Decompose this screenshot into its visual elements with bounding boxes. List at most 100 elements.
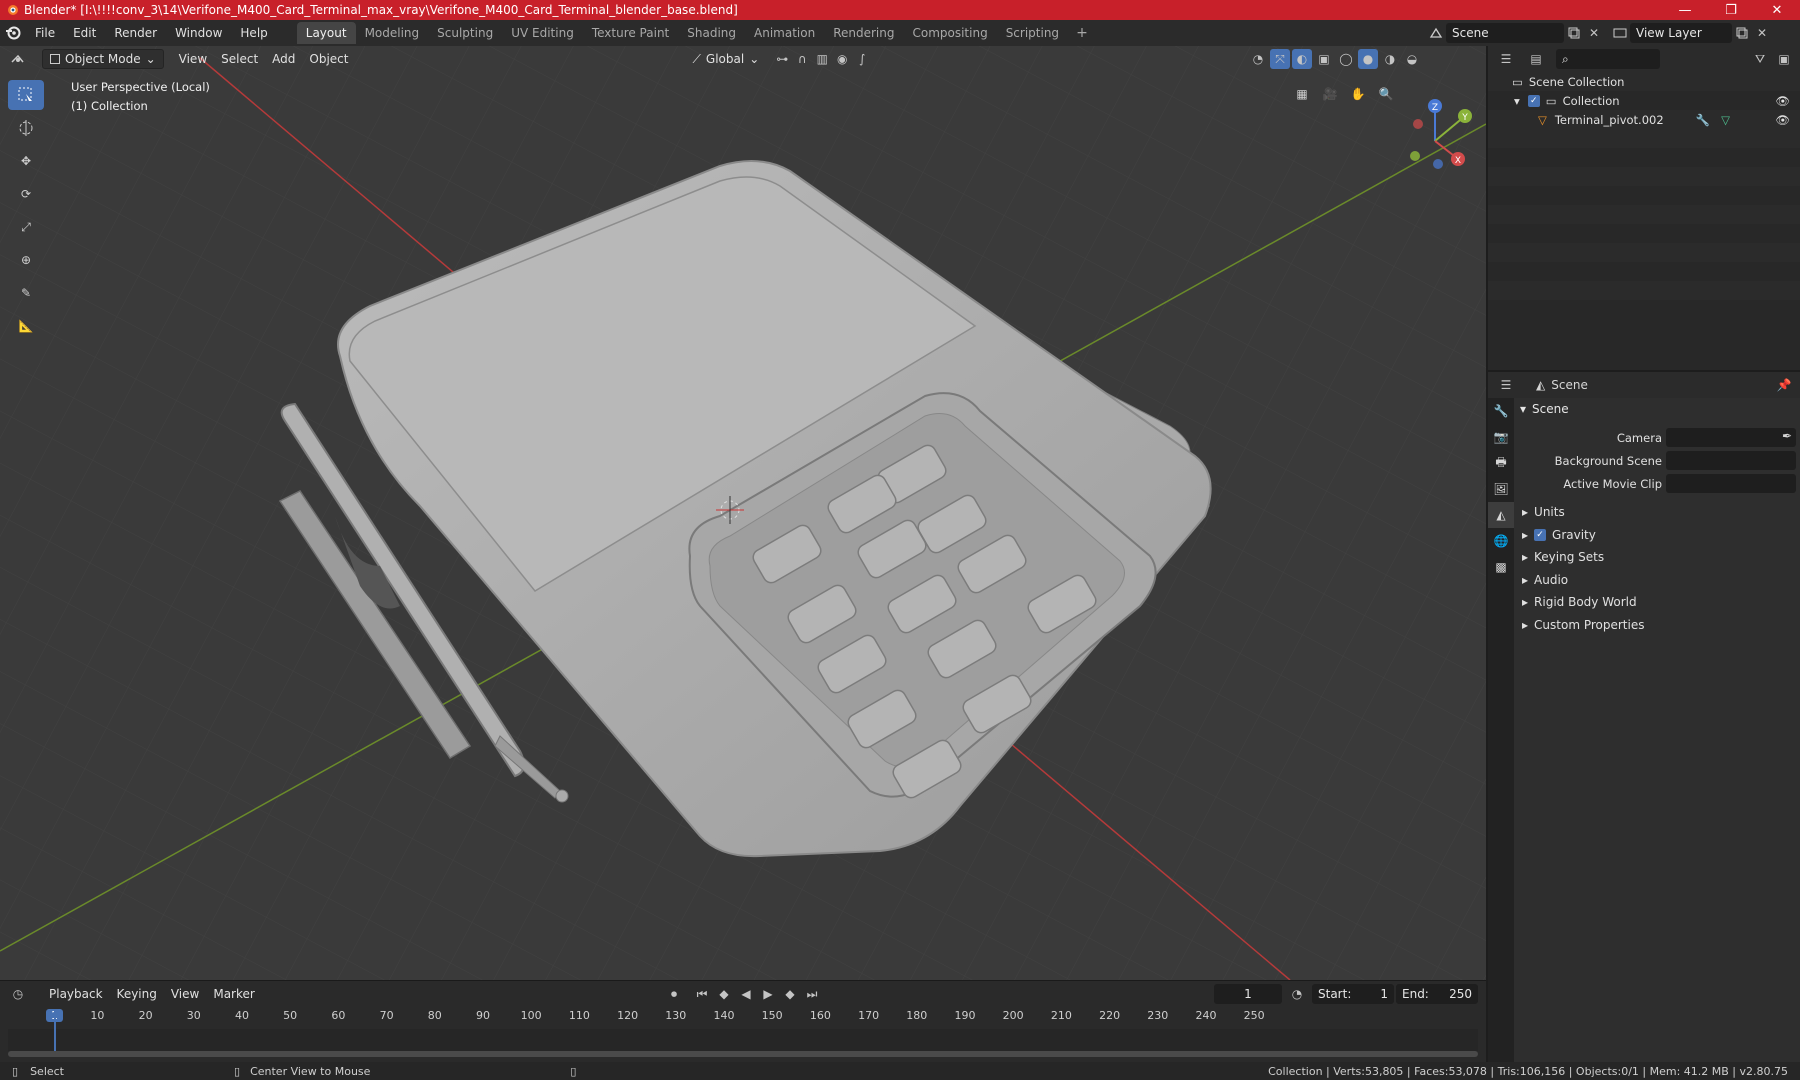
solid-shading-icon[interactable]: ● <box>1358 49 1378 69</box>
display-mode-icon[interactable]: ▤ <box>1526 49 1546 69</box>
visibility-icon[interactable]: ◔ <box>1248 49 1268 69</box>
tab-layout[interactable]: Layout <box>296 22 356 44</box>
tree-row-collection[interactable]: ▾ ✓ ▭ Collection 👁 <box>1488 91 1800 110</box>
play-reverse-icon[interactable]: ◀ <box>736 984 756 1004</box>
playhead[interactable] <box>54 1009 56 1051</box>
camera-field[interactable]: ✒ <box>1666 428 1796 447</box>
cursor-tool-icon[interactable] <box>8 113 44 143</box>
scene-name-field[interactable]: Scene <box>1446 23 1564 43</box>
scene-browse-icon[interactable] <box>1426 23 1446 43</box>
scene-panel-header[interactable]: ▾ Scene <box>1514 398 1800 420</box>
tool-settings-tab-icon[interactable]: 🔧 <box>1488 398 1514 424</box>
tree-row-scene-collection[interactable]: ▭ Scene Collection <box>1488 72 1800 91</box>
transform-tool-icon[interactable]: ⊕ <box>8 245 44 275</box>
proportional-edit-icon[interactable]: ◉ <box>832 49 852 69</box>
next-keyframe-icon[interactable]: ◆ <box>780 984 800 1004</box>
world-tab-icon[interactable]: 🌐 <box>1488 528 1514 554</box>
xray-toggle-icon[interactable]: ▣ <box>1314 49 1334 69</box>
background-scene-field[interactable] <box>1666 451 1796 470</box>
filter-icon[interactable]: ⛛ <box>1750 49 1770 69</box>
close-button[interactable]: ✕ <box>1754 0 1800 20</box>
menu-window[interactable]: Window <box>166 20 231 46</box>
play-icon[interactable]: ▶ <box>758 984 778 1004</box>
remove-scene-icon[interactable]: ✕ <box>1584 23 1604 43</box>
pan-hand-icon[interactable]: ✋ <box>1346 82 1370 106</box>
tab-sculpting[interactable]: Sculpting <box>428 22 502 44</box>
falloff-curve-icon[interactable]: ∫ <box>852 49 872 69</box>
snap-magnet-icon[interactable]: ∩ <box>792 49 812 69</box>
gizmo-neg-y-axis[interactable] <box>1410 151 1420 161</box>
collection-checkbox[interactable]: ✓ <box>1527 94 1540 107</box>
tab-compositing[interactable]: Compositing <box>903 22 996 44</box>
material-shading-icon[interactable]: ◑ <box>1380 49 1400 69</box>
menu-file[interactable]: File <box>26 20 64 46</box>
blender-menu-icon[interactable] <box>0 20 26 46</box>
pivot-point-icon[interactable]: ⊶ <box>772 49 792 69</box>
menu-render[interactable]: Render <box>105 20 166 46</box>
new-scene-icon[interactable] <box>1564 23 1584 43</box>
viewport-menu-view[interactable]: View <box>172 49 214 69</box>
editor-type-icon[interactable] <box>8 49 28 69</box>
jump-start-icon[interactable]: ⏮ <box>692 984 712 1004</box>
expand-arrow-icon[interactable]: ▾ <box>1514 94 1520 108</box>
new-collection-icon[interactable]: ▣ <box>1774 49 1794 69</box>
tab-texture-paint[interactable]: Texture Paint <box>583 22 678 44</box>
camera-view-icon[interactable]: 🎥 <box>1318 82 1342 106</box>
eyedropper-icon[interactable]: ✒ <box>1782 429 1792 443</box>
outliner-search-input[interactable]: ⌕ <box>1556 49 1660 69</box>
new-view-layer-icon[interactable] <box>1732 23 1752 43</box>
viewport-menu-object[interactable]: Object <box>302 49 355 69</box>
menu-help[interactable]: Help <box>231 20 276 46</box>
select-box-tool-icon[interactable] <box>8 80 44 110</box>
mesh-data-icon[interactable]: ▽ <box>1721 113 1730 127</box>
wireframe-shading-icon[interactable]: ◯ <box>1336 49 1356 69</box>
timeline-menu-view[interactable]: View <box>164 984 206 1004</box>
minimize-button[interactable]: — <box>1662 0 1708 20</box>
viewport-menu-select[interactable]: Select <box>214 49 265 69</box>
menu-edit[interactable]: Edit <box>64 20 105 46</box>
start-frame-field[interactable]: Start: 1 <box>1312 984 1394 1004</box>
annotate-tool-icon[interactable]: ✎ <box>8 278 44 308</box>
texture-tab-icon[interactable]: ▩ <box>1488 554 1514 580</box>
maximize-button[interactable]: ❐ <box>1708 0 1754 20</box>
timeline-menu-keying[interactable]: Keying <box>110 984 164 1004</box>
gravity-checkbox[interactable]: ✓ <box>1534 528 1547 541</box>
remove-view-layer-icon[interactable]: ✕ <box>1752 23 1772 43</box>
tab-rendering[interactable]: Rendering <box>824 22 903 44</box>
view-layer-icon[interactable] <box>1610 23 1630 43</box>
overlay-toggle-icon[interactable]: ◐ <box>1292 49 1312 69</box>
frame-ruler[interactable]: 1102030405060708090100110120130140150160… <box>8 1009 1478 1027</box>
tab-modeling[interactable]: Modeling <box>356 22 429 44</box>
navigation-gizmo[interactable]: Z Y X <box>1390 86 1480 186</box>
prev-keyframe-icon[interactable]: ◆ <box>714 984 734 1004</box>
modifier-wrench-icon[interactable]: 🔧 <box>1696 113 1710 127</box>
properties-editor-type-icon[interactable]: ☰ <box>1496 375 1516 395</box>
add-workspace-button[interactable]: + <box>1068 25 1096 41</box>
keying-sets-panel[interactable]: ▸ Keying Sets <box>1514 546 1800 569</box>
timeline-menu-playback[interactable]: Playback <box>42 984 110 1004</box>
scene-tab-icon[interactable]: ◭ <box>1488 502 1514 528</box>
timeline-scrollbar[interactable] <box>8 1051 1478 1057</box>
timeline-menu-marker[interactable]: Marker <box>206 984 261 1004</box>
output-tab-icon[interactable]: 🖶 <box>1488 450 1514 476</box>
end-frame-field[interactable]: End: 250 <box>1396 984 1478 1004</box>
tree-row-terminal[interactable]: ▽ Terminal_pivot.002 🔧 ▽ 👁 <box>1488 110 1800 129</box>
jump-end-icon[interactable]: ⏭ <box>802 984 822 1004</box>
view-layer-field[interactable]: View Layer <box>1630 23 1732 43</box>
current-frame-field[interactable]: 1 <box>1214 984 1282 1004</box>
view-layer-tab-icon[interactable]: 🖼 <box>1488 476 1514 502</box>
rigid-body-world-panel[interactable]: ▸ Rigid Body World <box>1514 591 1800 614</box>
custom-properties-panel[interactable]: ▸ Custom Properties <box>1514 614 1800 637</box>
timeline-editor-type-icon[interactable]: ◷ <box>8 984 28 1004</box>
gravity-panel[interactable]: ▸ ✓ Gravity <box>1514 524 1800 547</box>
scale-tool-icon[interactable]: ⤢ <box>8 212 44 242</box>
viewport-menu-add[interactable]: Add <box>265 49 302 69</box>
timeline-track[interactable] <box>8 1009 1478 1051</box>
render-tab-icon[interactable]: 📷 <box>1488 424 1514 450</box>
rendered-shading-icon[interactable]: ◒ <box>1402 49 1422 69</box>
object-mode-dropdown[interactable]: Object Mode ⌄ <box>42 49 164 69</box>
units-panel[interactable]: ▸ Units <box>1514 501 1800 524</box>
outliner-editor-type-icon[interactable]: ☰ <box>1496 49 1516 69</box>
gizmo-neg-z-axis[interactable] <box>1433 159 1443 169</box>
clock-icon[interactable]: ◔ <box>1287 984 1307 1004</box>
